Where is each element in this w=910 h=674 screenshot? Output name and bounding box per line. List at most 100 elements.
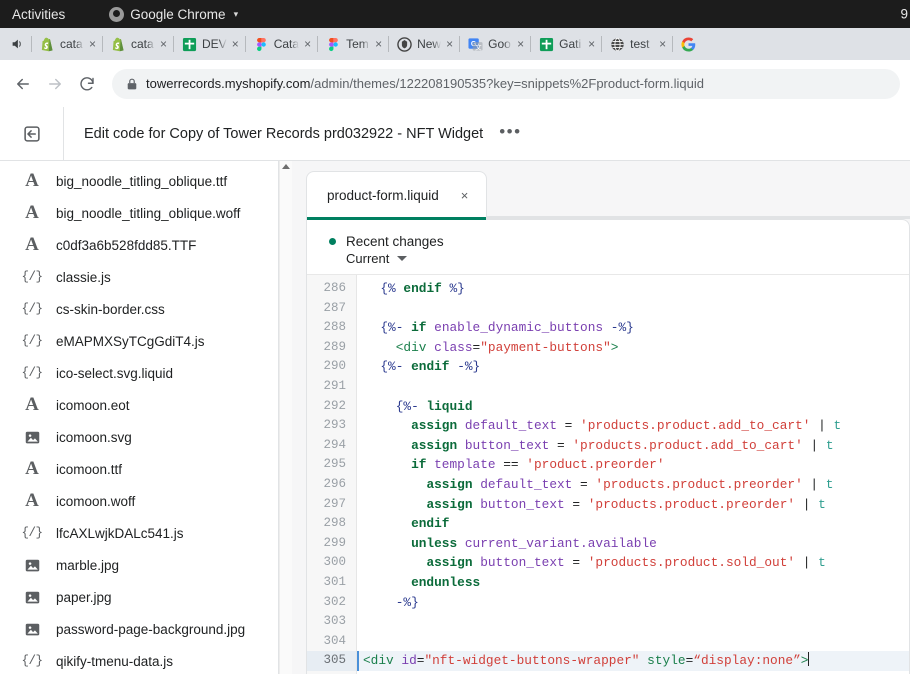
browser-tab[interactable]: test× [603, 30, 671, 58]
code-line[interactable]: assign button_text = 'products.product.p… [357, 495, 909, 515]
file-list-item[interactable]: {/}qikify-tmenu-data.js [0, 645, 292, 674]
sidebar-scrollbar[interactable] [279, 161, 292, 674]
code-file-icon: {/} [22, 654, 42, 668]
line-number: 298 [307, 514, 356, 534]
file-list-item[interactable]: Ac0df3a6b528fdd85.TTF [0, 229, 292, 261]
chevron-down-icon[interactable] [397, 256, 407, 261]
close-icon[interactable]: × [232, 38, 239, 50]
browser-tab[interactable]: cata× [33, 30, 101, 58]
browser-tab[interactable]: Cata× [247, 30, 316, 58]
browser-tab-title: Goo [488, 37, 512, 51]
code-line[interactable]: endif [357, 514, 909, 534]
code-line[interactable] [357, 632, 909, 652]
close-icon[interactable]: × [588, 38, 595, 50]
code-line[interactable] [357, 612, 909, 632]
file-list-item[interactable]: {/}classie.js [0, 261, 292, 293]
code-line[interactable]: <div id="nft-widget-buttons-wrapper" sty… [357, 651, 909, 671]
line-number: 289 [307, 338, 356, 358]
back-button[interactable] [8, 69, 38, 99]
active-app-menu[interactable]: Google Chrome ▾ [109, 7, 238, 22]
tab-divider [601, 36, 602, 52]
font-file-icon: A [22, 234, 42, 256]
code-line[interactable]: {%- if enable_dynamic_buttons -%} [357, 318, 909, 338]
close-icon[interactable]: × [304, 38, 311, 50]
close-icon[interactable]: × [89, 38, 96, 50]
file-list-item[interactable]: {/}eMAPMXSyTCgGdiT4.js [0, 325, 292, 357]
file-list-item[interactable]: Aicomoon.ttf [0, 453, 292, 485]
close-icon[interactable]: × [461, 189, 469, 202]
exit-editor-button[interactable] [0, 107, 64, 160]
line-number: 292 [307, 397, 356, 417]
address-bar[interactable]: towerrecords.myshopify.com/admin/themes/… [112, 69, 900, 99]
close-icon[interactable]: × [446, 38, 453, 50]
code-line[interactable]: assign default_text = 'products.product.… [357, 416, 909, 436]
code-line[interactable]: {%- endif -%} [357, 357, 909, 377]
code-line[interactable]: unless current_variant.available [357, 534, 909, 554]
code-line[interactable]: endunless [357, 573, 909, 593]
browser-tab[interactable]: Tem × [319, 30, 387, 58]
speaker-icon[interactable] [4, 31, 30, 57]
code-line[interactable]: assign button_text = 'products.product.s… [357, 553, 909, 573]
code-token: 'products.product.preorder' [588, 497, 795, 512]
scroll-up-arrow-icon[interactable] [282, 164, 290, 169]
file-list-item[interactable]: icomoon.svg [0, 421, 292, 453]
file-list-item[interactable]: Aicomoon.eot [0, 389, 292, 421]
activities-button[interactable]: Activities [0, 7, 79, 22]
close-icon[interactable]: × [160, 38, 167, 50]
browser-tab[interactable]: New× [390, 30, 458, 58]
code-line[interactable]: <div class="payment-buttons"> [357, 338, 909, 358]
version-selector[interactable]: Current [346, 251, 909, 266]
code-line[interactable]: {%- liquid [357, 397, 909, 417]
system-clock[interactable]: 9 [900, 7, 908, 22]
code-token: | [803, 477, 826, 492]
close-icon[interactable]: × [375, 38, 382, 50]
browser-tab[interactable]: Gati × [532, 30, 600, 58]
tab-divider [459, 36, 460, 52]
code-line[interactable]: if template == 'product.preorder' [357, 455, 909, 475]
code-token: if [411, 457, 426, 472]
file-list-item[interactable]: Aicomoon.woff [0, 485, 292, 517]
browser-tab-title: Tem [346, 37, 370, 51]
forward-button[interactable] [40, 69, 70, 99]
browser-tab-title: Gati [559, 37, 583, 51]
code-line[interactable]: assign default_text = 'products.product.… [357, 475, 909, 495]
browser-tab[interactable] [674, 30, 698, 58]
editor-tab-product-form[interactable]: product-form.liquid × [306, 171, 487, 219]
code-token: == [496, 457, 527, 472]
tab-divider [388, 36, 389, 52]
file-list-item[interactable]: {/}lfcAXLwjkDALc541.js [0, 517, 292, 549]
line-number: 291 [307, 377, 356, 397]
file-name-label: big_noodle_titling_oblique.ttf [56, 174, 227, 189]
code-line[interactable] [357, 377, 909, 397]
code-content[interactable]: {% endif %} {%- if enable_dynamic_button… [357, 275, 909, 674]
file-name-label: c0df3a6b528fdd85.TTF [56, 238, 196, 253]
file-list-item[interactable]: password-page-background.jpg [0, 613, 292, 645]
code-token: endunless [411, 575, 480, 590]
file-list-item[interactable]: Abig_noodle_titling_oblique.woff [0, 197, 292, 229]
code-line[interactable] [357, 299, 909, 319]
browser-tab[interactable]: G文Goo× [461, 30, 529, 58]
code-token: {%- [396, 399, 419, 414]
file-name-label: marble.jpg [56, 558, 119, 573]
code-line[interactable]: assign button_text = 'products.product.a… [357, 436, 909, 456]
reload-button[interactable] [72, 69, 102, 99]
code-token [365, 281, 380, 296]
browser-tab[interactable]: DEV× [175, 30, 244, 58]
file-list-item[interactable]: {/}ico-select.svg.liquid [0, 357, 292, 389]
code-area[interactable]: 2862872882892902912922932942952962972982… [307, 274, 909, 674]
file-list-item[interactable]: paper.jpg [0, 581, 292, 613]
code-line[interactable]: {% endif %} [357, 279, 909, 299]
close-icon[interactable]: × [517, 38, 524, 50]
close-icon[interactable]: × [659, 38, 666, 50]
code-line[interactable]: -%} [357, 593, 909, 613]
file-name-label: paper.jpg [56, 590, 112, 605]
browser-tab[interactable]: cata× [104, 30, 172, 58]
code-token: > [801, 653, 809, 668]
version-label: Current [346, 251, 389, 266]
file-list-item[interactable]: marble.jpg [0, 549, 292, 581]
code-token: default_text [465, 418, 557, 433]
more-actions-button[interactable]: ••• [499, 123, 521, 145]
tab-divider [31, 36, 32, 52]
file-list-item[interactable]: {/}cs-skin-border.css [0, 293, 292, 325]
file-list-item[interactable]: Abig_noodle_titling_oblique.ttf [0, 165, 292, 197]
